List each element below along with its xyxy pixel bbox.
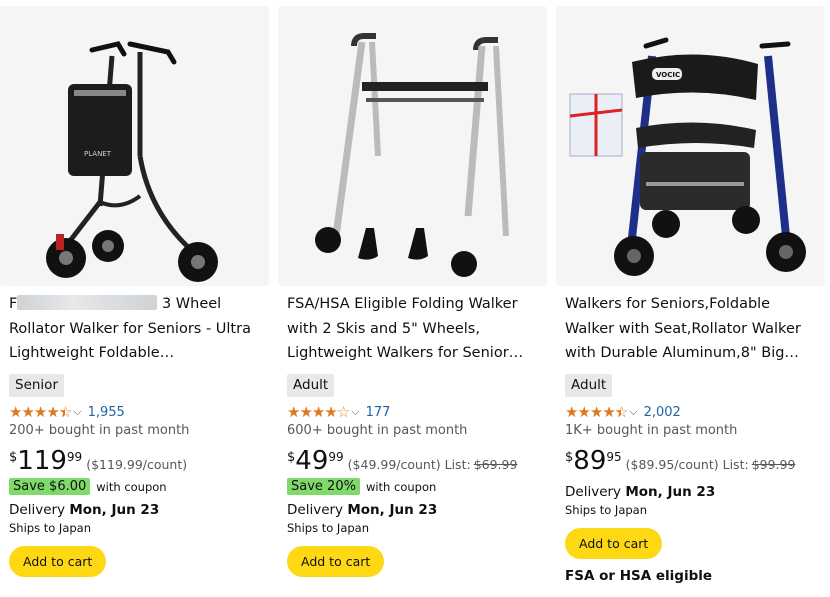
coupon-badge: Save $6.00 [9, 478, 91, 495]
fsa-eligible-label: FSA or HSA eligible [565, 568, 713, 584]
price-symbol: $ [9, 450, 18, 465]
star-full-icon: ★ [602, 402, 615, 421]
add-to-cart-button[interactable]: Add to cart [565, 528, 663, 559]
star-full-icon: ★ [287, 402, 300, 421]
product-card-3[interactable]: VOCIC Walkers for Seniors,Foldable Walke… [556, 6, 825, 597]
product-title-1[interactable]: F 3 Wheel Rollator Walker for Seniors - … [9, 292, 263, 365]
price-symbol: $ [565, 450, 574, 465]
price[interactable]: $ 49 99 ($49.99/count) List: $69.99 [287, 448, 541, 474]
delivery-label: Delivery [287, 502, 344, 518]
chevron-down-icon[interactable]: ⌵ [629, 405, 637, 419]
coupon-note: with coupon [365, 479, 437, 494]
star-full-icon: ★ [589, 402, 603, 421]
star-full-icon: ★ [565, 402, 578, 421]
chevron-down-icon[interactable]: ⌵ [351, 405, 359, 419]
list-label: List: [722, 457, 749, 472]
star-full-icon: ★ [33, 402, 47, 421]
price[interactable]: $ 89 95 ($89.95/count) List: $99.99 [565, 448, 819, 474]
product-image-2[interactable] [278, 6, 547, 286]
price-whole: 49 [295, 446, 329, 476]
star-full-icon: ★ [311, 402, 325, 421]
rating-row[interactable]: ★★★★★☆ ⌵ 2,002 [565, 402, 819, 422]
price-whole: 119 [17, 446, 67, 476]
age-badge: Adult [287, 374, 335, 397]
star-half-icon: ★☆ [614, 402, 628, 421]
product-title-3[interactable]: Walkers for Seniors,Foldable Walker with… [565, 292, 819, 365]
delivery-label: Delivery [565, 484, 622, 500]
ships-to: Ships to Japan [287, 521, 370, 535]
star-half-icon: ★☆ [58, 402, 72, 421]
add-to-cart-button[interactable]: Add to cart [287, 546, 385, 577]
bought-count: 200+ bought in past month [9, 423, 190, 438]
rating-row[interactable]: ★ ★ ★ ★ ☆ ⌵ 177 [287, 402, 541, 422]
price-symbol: $ [287, 450, 296, 465]
bought-count: 600+ bought in past month [287, 423, 468, 438]
rating-count-link[interactable]: 2,002 [644, 405, 681, 420]
star-full-icon: ★ [21, 402, 34, 421]
redacted-text [17, 295, 158, 310]
unit-price: ($49.99/count) [347, 457, 441, 472]
bag-logo: PLANET [84, 150, 112, 158]
product-image-1[interactable]: PLANET [0, 6, 269, 286]
list-price: $99.99 [751, 457, 796, 472]
chevron-down-icon[interactable]: ⌵ [73, 405, 81, 419]
product-title-2[interactable]: FSA/HSA Eligible Folding Walker with 2 S… [287, 292, 541, 365]
price-whole: 89 [573, 446, 607, 476]
bought-count: 1K+ bought in past month [565, 423, 738, 438]
star-empty-icon: ☆ [336, 402, 350, 421]
price-fraction: 95 [606, 450, 622, 464]
coupon-row: Save $6.00 with coupon [9, 478, 263, 495]
delivery-date: Mon, Jun 23 [69, 502, 160, 518]
star-full-icon: ★ [9, 402, 22, 421]
age-badge: Senior [9, 374, 64, 397]
list-price: $69.99 [473, 457, 518, 472]
ships-to: Ships to Japan [9, 521, 92, 535]
delivery-info: Delivery Mon, Jun 23 [565, 484, 819, 500]
star-full-icon: ★ [324, 402, 337, 421]
unit-price: ($119.99/count) [86, 457, 188, 472]
rating-count-link[interactable]: 177 [366, 405, 391, 420]
list-label: List: [444, 457, 471, 472]
age-badge: Adult [565, 374, 613, 397]
price-fraction: 99 [66, 450, 83, 464]
delivery-info: Delivery Mon, Jun 23 [287, 502, 541, 518]
star-full-icon: ★ [577, 402, 590, 421]
rating-count-link[interactable]: 1,955 [88, 405, 125, 420]
delivery-info: Delivery Mon, Jun 23 [9, 502, 263, 518]
star-full-icon: ★ [299, 402, 312, 421]
delivery-date: Mon, Jun 23 [625, 484, 716, 500]
product-card-1[interactable]: PLANET F 3 Wheel Rollator Walker for Sen… [0, 6, 269, 597]
star-rating[interactable]: ★★★★★☆ [565, 402, 628, 421]
price-fraction: 99 [328, 450, 344, 464]
star-rating[interactable]: ★★★★★☆ [9, 402, 72, 421]
coupon-note: with coupon [96, 479, 167, 494]
delivery-date: Mon, Jun 23 [347, 502, 438, 518]
unit-price: ($89.95/count) [625, 457, 719, 472]
star-full-icon: ★ [46, 402, 59, 421]
coupon-badge: Save 20% [287, 478, 360, 495]
star-rating[interactable]: ★ ★ ★ ★ ☆ [287, 402, 350, 421]
title-start: F [9, 296, 18, 312]
brand-logo: VOCIC [656, 71, 680, 79]
delivery-label: Delivery [9, 502, 66, 518]
price[interactable]: $ 119 99 ($119.99/count) [9, 448, 263, 474]
product-card-2[interactable]: FSA/HSA Eligible Folding Walker with 2 S… [278, 6, 547, 597]
ships-to: Ships to Japan [565, 503, 648, 517]
product-image-3[interactable]: VOCIC [556, 6, 825, 286]
rating-row[interactable]: ★★★★★☆ ⌵ 1,955 [9, 402, 263, 422]
coupon-row: Save 20% with coupon [287, 478, 541, 495]
add-to-cart-button[interactable]: Add to cart [9, 546, 107, 577]
